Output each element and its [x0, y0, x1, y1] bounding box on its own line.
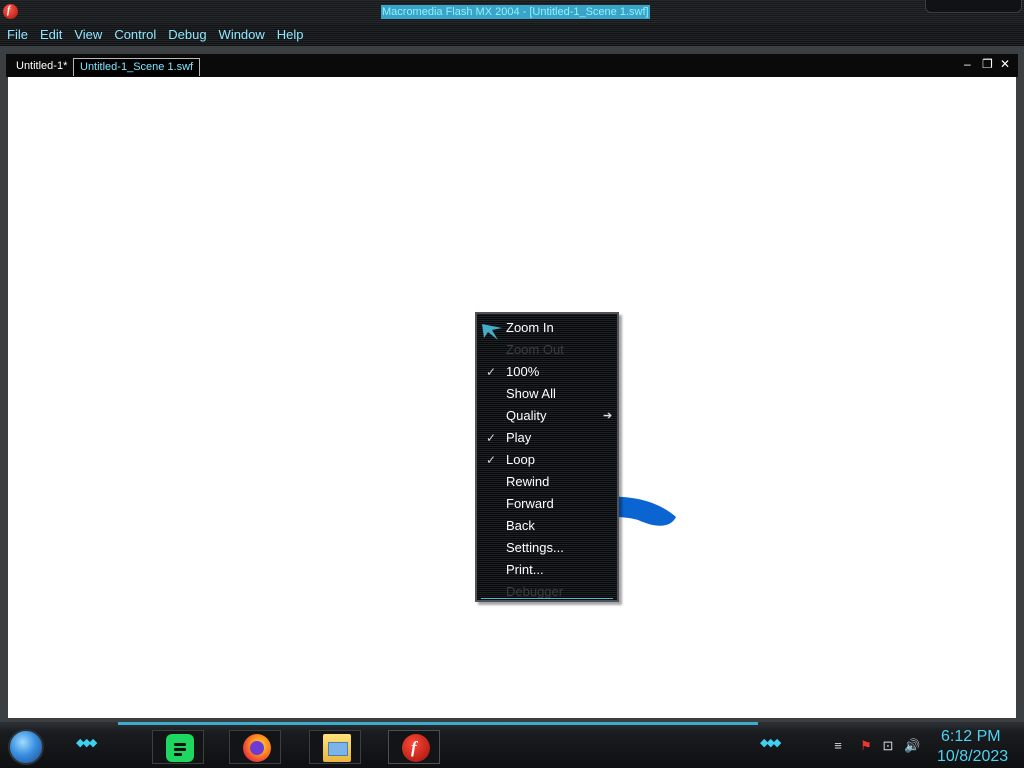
context-menu-item-label: Play — [506, 430, 532, 445]
volume-icon[interactable]: 🔊 — [904, 738, 920, 754]
context-menu-item-label: Debugger — [506, 584, 564, 599]
title-bar[interactable]: f Macromedia Flash MX 2004 - [Untitled-1… — [0, 0, 1024, 24]
document-tab-bar: Untitled-1* Untitled-1_Scene 1.swf – ❐ ✕ — [6, 54, 1018, 77]
action-center-flag-icon[interactable]: ⚑ — [858, 738, 874, 754]
folder-icon — [323, 734, 351, 762]
checkmark-icon: ✓ — [486, 453, 497, 467]
menu-view[interactable]: View — [68, 24, 108, 46]
context-menu-item[interactable]: Zoom In — [477, 317, 617, 339]
minimize-icon[interactable]: – — [964, 57, 971, 71]
context-menu-item[interactable]: Back — [477, 515, 617, 537]
context-menu-item-label: Show All — [506, 386, 556, 401]
context-menu-item[interactable]: Rewind — [477, 471, 617, 493]
taskbar-accent-line — [118, 722, 758, 725]
context-menu-item[interactable]: Show All — [477, 383, 617, 405]
menu-file[interactable]: File — [0, 24, 34, 46]
flash-player-context-menu: Zoom In Zoom Out ✓ 100% Show All Quality ➔ ✓ Pla… — [475, 312, 619, 602]
taskbar-app-flash[interactable]: f — [388, 730, 440, 764]
context-menu-item-label: Zoom In — [506, 320, 554, 335]
menu-control[interactable]: Control — [108, 24, 162, 46]
context-menu-item-label: Loop — [506, 452, 535, 467]
context-menu-item: Debugger — [477, 581, 617, 603]
context-menu-item: Zoom Out — [477, 339, 617, 361]
network-icon[interactable]: ⊡ — [880, 738, 896, 754]
context-menu-item-label: Quality — [506, 408, 547, 423]
close-icon[interactable]: ✕ — [1000, 57, 1010, 71]
menu-bar: File Edit View Control Debug Window Help — [0, 24, 1024, 46]
context-menu-item-label: Settings... — [506, 540, 564, 555]
spotify-icon — [166, 734, 194, 762]
context-menu-item[interactable]: Quality ➔ — [477, 405, 617, 427]
context-menu-item[interactable]: ✓ Play — [477, 427, 617, 449]
context-menu-item-label: Print... — [506, 562, 544, 577]
context-menu-item[interactable]: ✓ Loop — [477, 449, 617, 471]
menu-edit[interactable]: Edit — [34, 24, 68, 46]
context-menu-item-label: Forward — [506, 496, 554, 511]
tab-untitled-1-scene-1-swf[interactable]: Untitled-1_Scene 1.swf — [73, 58, 201, 76]
firefox-icon — [243, 734, 271, 762]
taskbar-app-firefox[interactable] — [229, 730, 281, 764]
flash-app-icon[interactable]: f — [3, 4, 18, 19]
taskbar-app-file-explorer[interactable] — [309, 730, 361, 764]
taskbar-app-spotify[interactable] — [152, 730, 204, 764]
checkmark-icon: ✓ — [486, 431, 497, 445]
menu-help[interactable]: Help — [271, 24, 310, 46]
submenu-arrow-icon: ➔ — [603, 410, 613, 422]
menu-debug[interactable]: Debug — [162, 24, 212, 46]
context-menu-item-label: Rewind — [506, 474, 550, 489]
context-menu-item-label: Zoom Out — [506, 342, 564, 357]
context-menu-item-label: 100% — [506, 364, 540, 379]
window-title: Macromedia Flash MX 2004 - [Untitled-1_S… — [381, 5, 650, 19]
context-menu-item[interactable]: Settings... — [477, 537, 617, 559]
flash-icon: f — [402, 734, 430, 762]
context-menu-item[interactable]: Print... — [477, 559, 617, 581]
checkmark-icon: ✓ — [486, 365, 497, 379]
start-button[interactable] — [8, 729, 44, 765]
context-menu-item-label: Back — [506, 518, 535, 533]
context-menu-item[interactable]: Forward — [477, 493, 617, 515]
clock-time[interactable]: 6:12 PM — [941, 728, 1001, 746]
context-menu-item[interactable]: ✓ 100% — [477, 361, 617, 383]
restore-icon[interactable]: ❐ — [982, 57, 993, 71]
chevron-right-icon: ◆◆◆ — [760, 737, 781, 749]
title-bar-controls[interactable] — [925, 0, 1022, 13]
clock-date[interactable]: 10/8/2023 — [937, 748, 1008, 766]
show-desktop-icon[interactable]: ≡ — [830, 738, 846, 754]
tab-untitled-1[interactable]: Untitled-1* — [10, 58, 74, 75]
menu-window[interactable]: Window — [213, 24, 271, 46]
chevron-left-icon: ◆◆◆ — [76, 737, 97, 749]
